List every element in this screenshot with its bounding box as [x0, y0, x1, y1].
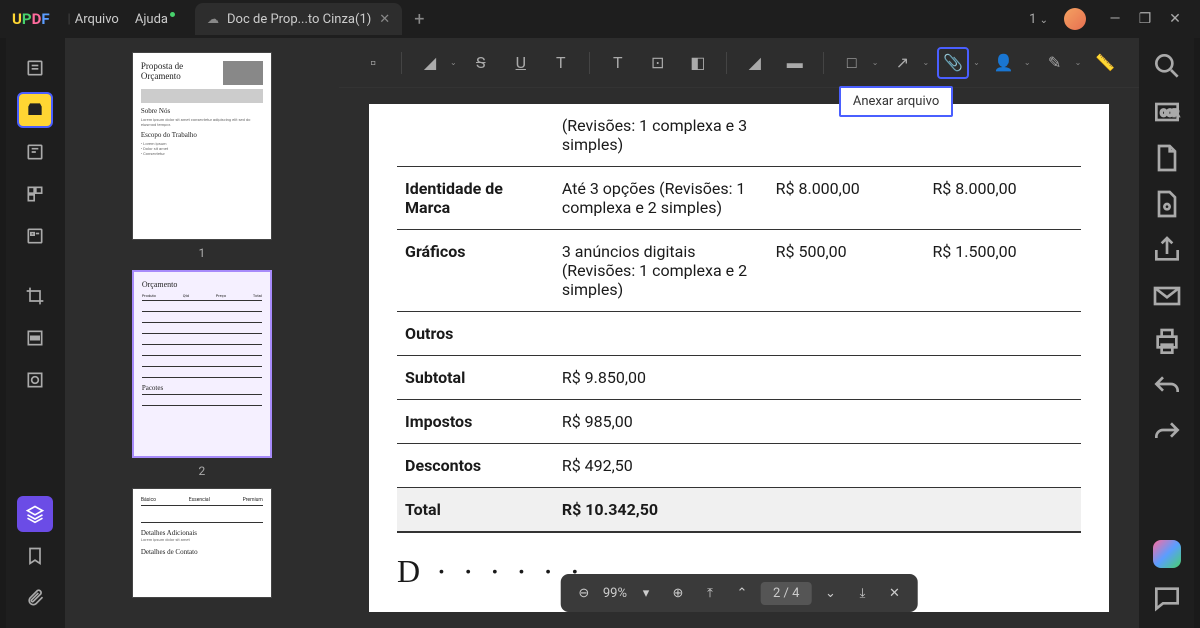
tooltip-attach: Anexar arquivo	[839, 86, 953, 117]
menu-arquivo[interactable]: Arquivo	[75, 12, 119, 27]
document-tab[interactable]: ☁ Doc de Prop...to Cinza(1) ✕	[195, 3, 402, 35]
thumb-number: 1	[198, 246, 205, 260]
thumbnail-page-1[interactable]: Proposta de Orçamento Sobre Nós Lorem ip…	[132, 52, 272, 240]
export-button[interactable]	[1151, 142, 1183, 174]
add-tab-button[interactable]: +	[414, 9, 424, 30]
ai-assistant-button[interactable]	[1151, 538, 1183, 570]
page-navigator: ⊖ 99% ▾ ⊕ ⤒ ⌃ 2 / 4 ⌄ ⤓ ✕	[561, 574, 918, 612]
measure-tool[interactable]: 📏	[1089, 47, 1121, 79]
sidebar-left	[6, 38, 65, 628]
edit-mode-button[interactable]	[17, 134, 53, 170]
layers-button[interactable]	[17, 496, 53, 532]
zoom-out-button[interactable]: ⊖	[571, 580, 597, 606]
titlebar: UPDF | Arquivo Ajuda ☁ Doc de Prop...to …	[0, 0, 1200, 38]
organize-mode-button[interactable]	[17, 176, 53, 212]
menu-ajuda[interactable]: Ajuda	[135, 12, 175, 27]
content-area: ▫ ◢⌄ S U T T ⊡ ◧ ◢ ▬ □⌄ ↗⌄ 📎⌄ 👤⌄ ✎⌄ 📏 An…	[339, 38, 1139, 628]
share-button[interactable]	[1151, 234, 1183, 266]
tab-title: Doc de Prop...to Cinza(1)	[227, 12, 371, 27]
crop-button[interactable]	[17, 278, 53, 314]
rectangle-tool[interactable]: □	[836, 47, 868, 79]
attach-file-tool[interactable]: 📎	[937, 47, 969, 79]
compress-button[interactable]	[17, 362, 53, 398]
print-button[interactable]	[1151, 326, 1183, 358]
protect-button[interactable]	[1151, 188, 1183, 220]
zoom-level: 99%	[603, 586, 627, 601]
thumbnail-page-2[interactable]: Orçamento ProdutoQtdPreçoTotal Pacotes	[132, 270, 272, 458]
email-button[interactable]	[1151, 280, 1183, 312]
sidebar-right: OCR	[1139, 38, 1194, 628]
svg-text:OCR: OCR	[1160, 108, 1178, 119]
underline-tool[interactable]: U	[505, 47, 537, 79]
annotation-toolbar: ▫ ◢⌄ S U T T ⊡ ◧ ◢ ▬ □⌄ ↗⌄ 📎⌄ 👤⌄ ✎⌄ 📏	[339, 38, 1139, 88]
signature-tool[interactable]: ✎	[1039, 47, 1071, 79]
note-tool[interactable]: ▫	[357, 47, 389, 79]
minimize-button[interactable]: —	[1102, 6, 1128, 32]
undo-button[interactable]	[1151, 372, 1183, 404]
prev-page-button[interactable]: ⌃	[729, 580, 755, 606]
page-indicator[interactable]: 2 / 4	[761, 582, 811, 605]
callout-tool[interactable]: ◧	[682, 47, 714, 79]
search-button[interactable]	[1151, 50, 1183, 82]
arrow-tool[interactable]: ↗	[886, 47, 918, 79]
avatar[interactable]	[1064, 8, 1086, 30]
bookmark-button[interactable]	[17, 538, 53, 574]
last-page-button[interactable]: ⤓	[849, 580, 875, 606]
thumbnail-page-3[interactable]: BásicoEssencialPremium Detalhes Adiciona…	[132, 488, 272, 598]
chat-button[interactable]	[1151, 582, 1183, 614]
maximize-button[interactable]: ❐	[1132, 6, 1158, 32]
next-page-button[interactable]: ⌄	[817, 580, 843, 606]
ocr-button[interactable]: OCR	[1151, 96, 1183, 128]
squiggly-tool[interactable]: T	[545, 47, 577, 79]
form-mode-button[interactable]	[17, 218, 53, 254]
attachment-button[interactable]	[17, 580, 53, 616]
stamp-tool[interactable]: 👤	[988, 47, 1020, 79]
close-window-button[interactable]: ✕	[1162, 6, 1188, 32]
strikethrough-tool[interactable]: S	[465, 47, 497, 79]
highlight-tool[interactable]: ◢	[414, 47, 446, 79]
textbox-tool[interactable]: ⊡	[642, 47, 674, 79]
close-nav-button[interactable]: ✕	[881, 580, 907, 606]
close-icon[interactable]: ✕	[379, 12, 390, 27]
thumb-number: 2	[198, 464, 205, 478]
first-page-button[interactable]: ⤒	[697, 580, 723, 606]
cloud-icon: ☁	[207, 12, 219, 26]
counter[interactable]: 1 ⌄	[1029, 12, 1048, 27]
divider: |	[68, 12, 71, 27]
redact-button[interactable]	[17, 320, 53, 356]
thumbnail-panel: Proposta de Orçamento Sobre Nós Lorem ip…	[65, 38, 339, 628]
redo-button[interactable]	[1151, 418, 1183, 450]
comment-mode-button[interactable]	[17, 92, 53, 128]
document-page: (Revisões: 1 complexa e 3 simples) Ident…	[369, 104, 1109, 612]
zoom-dropdown[interactable]: ▾	[633, 580, 659, 606]
reader-mode-button[interactable]	[17, 50, 53, 86]
zoom-in-button[interactable]: ⊕	[665, 580, 691, 606]
pencil-tool[interactable]: ◢	[739, 47, 771, 79]
text-tool[interactable]: T	[602, 47, 634, 79]
eraser-tool[interactable]: ▬	[779, 47, 811, 79]
app-logo: UPDF	[12, 10, 50, 28]
budget-table: (Revisões: 1 complexa e 3 simples) Ident…	[397, 104, 1081, 533]
